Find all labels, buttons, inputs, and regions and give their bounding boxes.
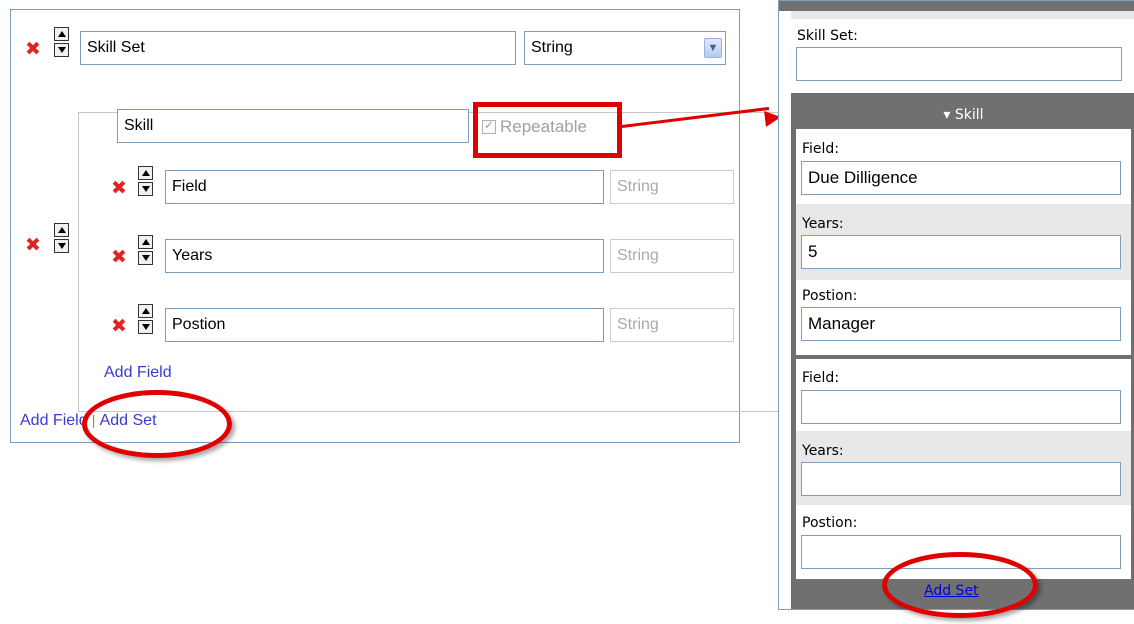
- arrow-up-icon[interactable]: [54, 27, 69, 41]
- arrow-up-icon[interactable]: [54, 223, 69, 237]
- delete-icon[interactable]: ✖: [110, 179, 128, 198]
- position-label: Postion:: [802, 288, 858, 304]
- years-input[interactable]: [801, 462, 1121, 496]
- delete-icon[interactable]: ✖: [110, 248, 128, 267]
- skill-set-input[interactable]: [796, 47, 1122, 81]
- preview-top-shade: [791, 11, 1134, 19]
- arrow-down-icon[interactable]: [138, 251, 153, 265]
- field-type-value: String: [617, 316, 659, 333]
- move-buttons: [138, 235, 153, 265]
- arrow-down-icon[interactable]: [138, 182, 153, 196]
- field-type-select[interactable]: String: [610, 170, 734, 204]
- arrow-up-icon[interactable]: [138, 166, 153, 180]
- repeatable-highlight-box: [473, 102, 622, 158]
- preview-top-bar: [779, 1, 1134, 11]
- add-set-highlight-ellipse: [882, 552, 1038, 618]
- add-set-highlight-ellipse: [82, 390, 232, 458]
- field-name-input[interactable]: [165, 308, 604, 342]
- move-buttons: [138, 304, 153, 334]
- field-type-value: String: [617, 247, 659, 264]
- field-type-select[interactable]: String: [610, 308, 734, 342]
- move-buttons: [138, 166, 153, 196]
- form-preview: Skill Set: ▾ Skill Field: Years: Postion…: [778, 0, 1134, 610]
- move-buttons: [54, 27, 69, 57]
- position-label: Postion:: [802, 515, 858, 531]
- years-label: Years:: [802, 443, 844, 459]
- field-name-input[interactable]: [165, 239, 604, 273]
- field-label: Field:: [802, 141, 840, 157]
- field-type-select[interactable]: String: [610, 239, 734, 273]
- field-label: Field:: [802, 370, 840, 386]
- delete-icon[interactable]: ✖: [24, 236, 42, 255]
- add-field-link[interactable]: Add Field: [104, 364, 172, 382]
- field-name-input[interactable]: [80, 31, 516, 65]
- field-type-value: String: [617, 178, 659, 195]
- field-input[interactable]: [801, 161, 1121, 195]
- chevron-down-icon[interactable]: ▼: [704, 38, 722, 58]
- field-name-input[interactable]: [165, 170, 604, 204]
- move-buttons: [54, 223, 69, 253]
- delete-icon[interactable]: ✖: [24, 40, 42, 59]
- skill-set-header[interactable]: ▾ Skill: [791, 99, 1134, 129]
- add-field-link[interactable]: Add Field: [20, 412, 88, 429]
- arrow-down-icon[interactable]: [54, 239, 69, 253]
- field-type-value: String: [531, 39, 573, 56]
- field-input[interactable]: [801, 390, 1121, 424]
- set-name-input[interactable]: [117, 109, 469, 143]
- delete-icon[interactable]: ✖: [110, 317, 128, 336]
- years-input[interactable]: [801, 235, 1121, 269]
- arrow-down-icon[interactable]: [138, 320, 153, 334]
- position-input[interactable]: [801, 307, 1121, 341]
- arrow-up-icon[interactable]: [138, 304, 153, 318]
- arrow-up-icon[interactable]: [138, 235, 153, 249]
- arrow-down-icon[interactable]: [54, 43, 69, 57]
- field-type-select[interactable]: String ▼: [524, 31, 726, 65]
- years-label: Years:: [802, 216, 844, 232]
- skill-set-label: Skill Set:: [797, 28, 858, 44]
